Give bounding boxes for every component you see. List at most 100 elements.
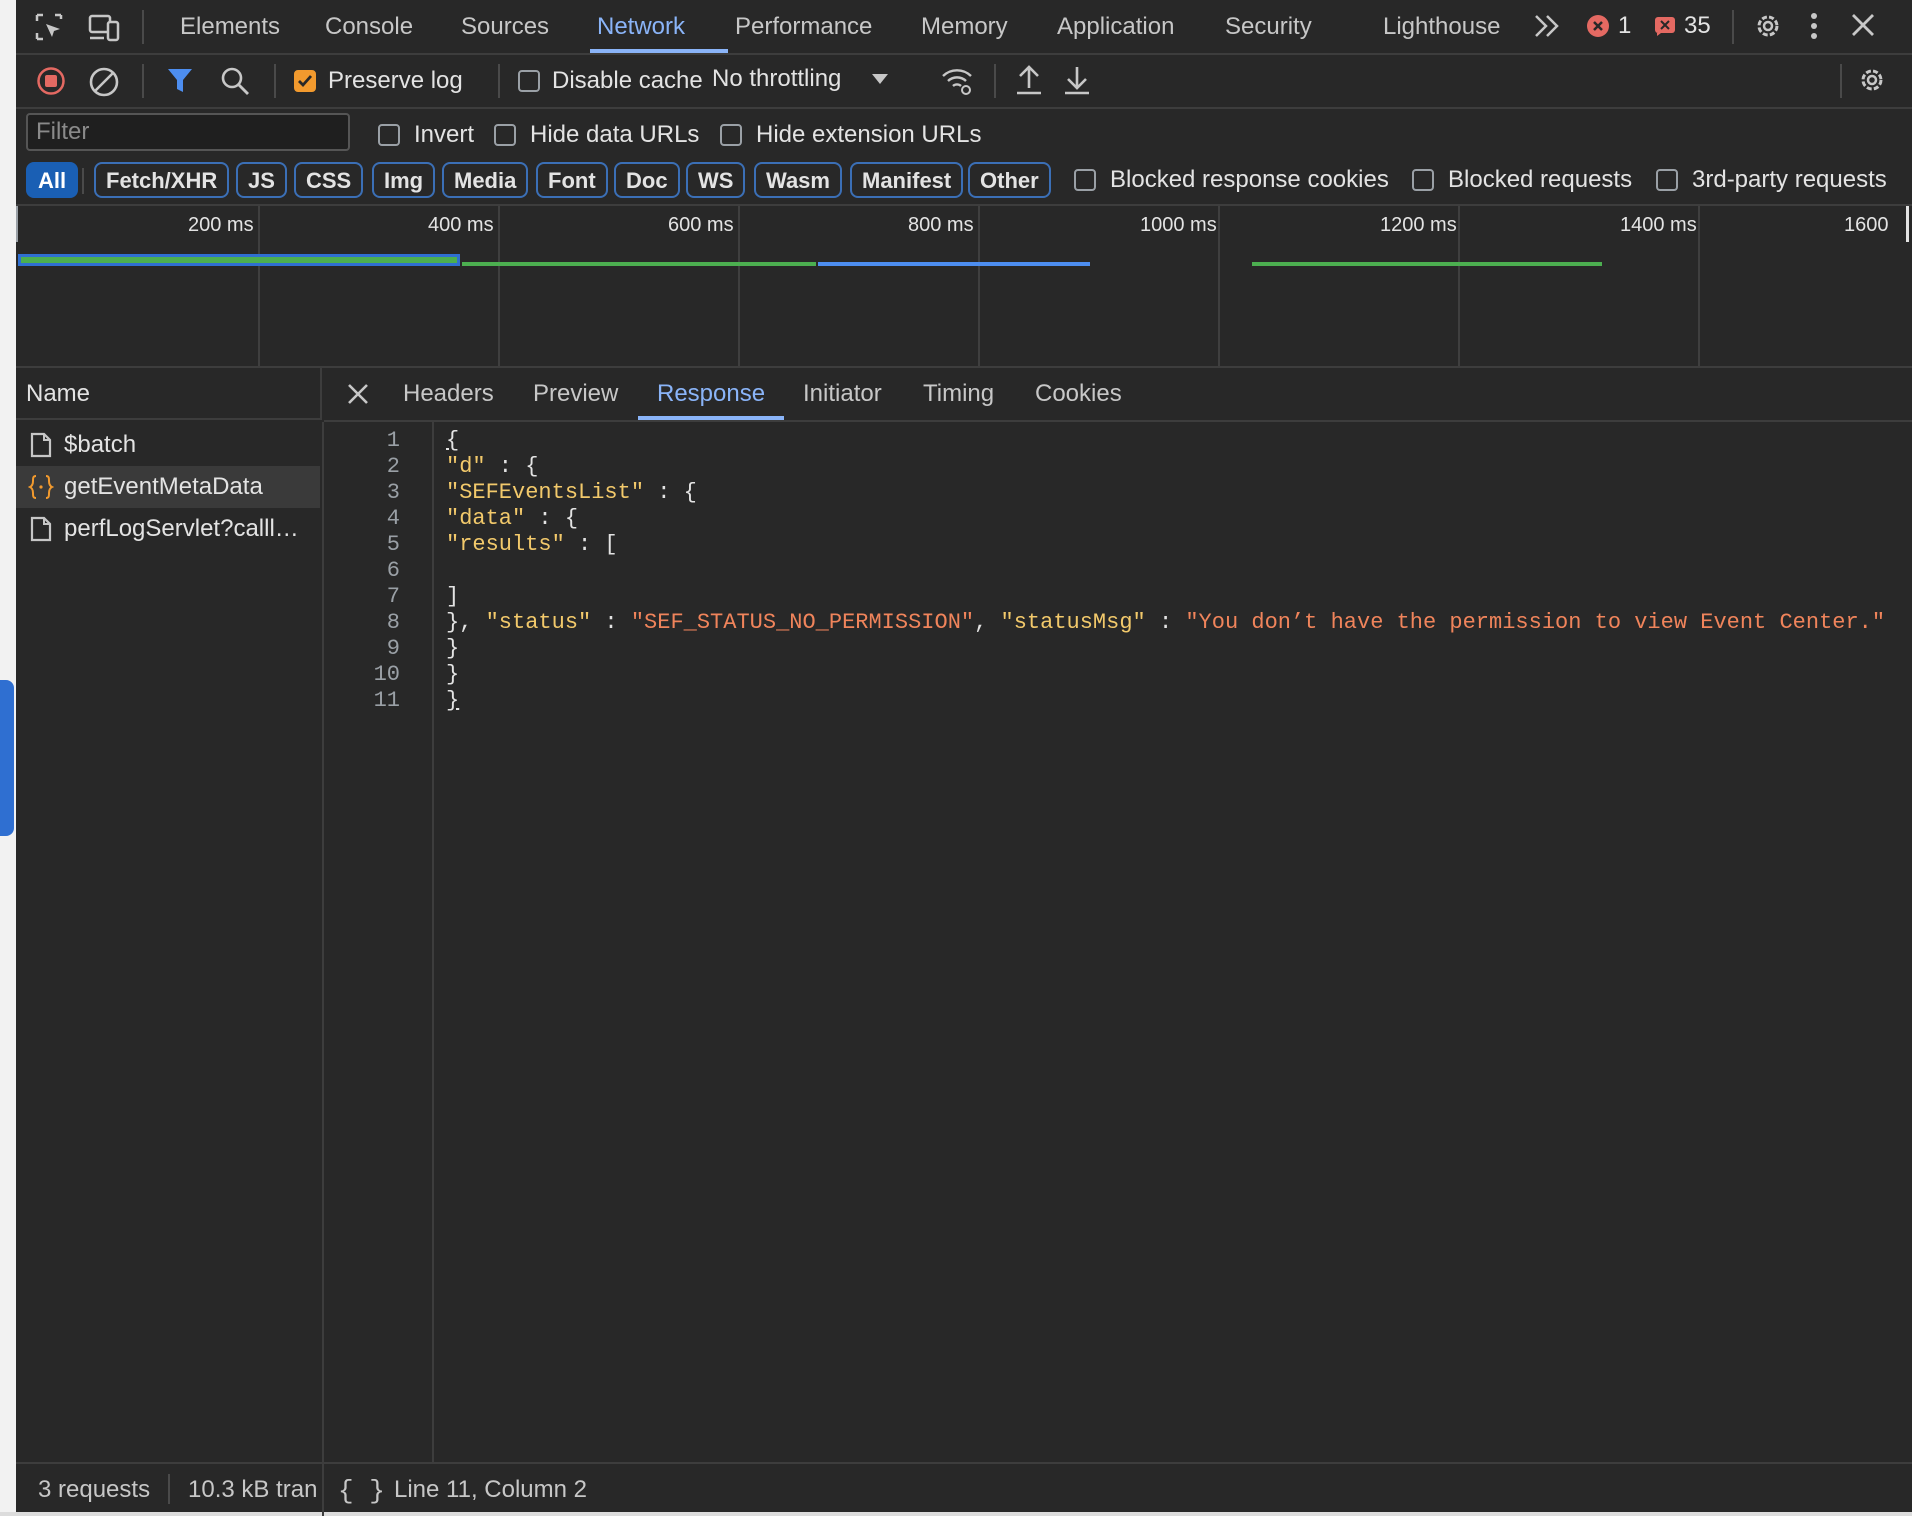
type-chip-all[interactable]: All [26, 162, 79, 198]
disable-cache-toggle[interactable]: Disable cache [518, 67, 703, 95]
type-chip-img[interactable]: Img [372, 162, 436, 198]
type-chip-ws[interactable]: WS [686, 162, 746, 198]
filter-funnel-icon[interactable] [166, 66, 194, 96]
error-counter[interactable]: 1 [1586, 12, 1631, 40]
request-row-geteventmetadata[interactable]: getEventMetaData [16, 466, 320, 508]
blocked-response-cookies-toggle[interactable]: Blocked response cookies [1074, 166, 1389, 194]
overview-left-handle[interactable] [16, 206, 18, 242]
timeline-tick-label: 200 ms [188, 214, 254, 236]
inspect-element-icon[interactable] [34, 12, 64, 42]
import-har-upload-icon[interactable] [1014, 64, 1044, 96]
tab-sources[interactable]: Sources [461, 0, 549, 53]
hide-extension-urls-toggle[interactable]: Hide extension URLs [720, 121, 981, 149]
blocked-requests-checkbox[interactable] [1412, 169, 1434, 191]
json-string: "SEF_STATUS_NO_PERMISSION" [630, 610, 975, 635]
hide-extension-urls-checkbox[interactable] [720, 124, 742, 146]
type-chip-wasm[interactable]: Wasm [754, 162, 842, 198]
divider [1732, 10, 1734, 44]
tab-lighthouse[interactable]: Lighthouse [1383, 0, 1500, 53]
detail-tab-response[interactable]: Response [657, 368, 765, 420]
hide-data-urls-checkbox[interactable] [494, 124, 516, 146]
disable-cache-checkbox[interactable] [518, 70, 540, 92]
type-chip-fetch-xhr[interactable]: Fetch/XHR [94, 162, 230, 198]
hide-data-urls-toggle[interactable]: Hide data URLs [494, 121, 699, 149]
resource-type-filters: All Fetch/XHR JS CSS Img Media Font Doc … [16, 160, 1912, 206]
more-options-kebab-icon[interactable] [1808, 10, 1820, 42]
json-key: "status" [485, 610, 592, 635]
type-chip-doc[interactable]: Doc [614, 162, 680, 198]
error-count: 1 [1618, 12, 1632, 39]
timeline-tick-label: 600 ms [668, 214, 734, 236]
timeline-overview[interactable]: 200 ms 400 ms 600 ms 800 ms 1000 ms 1200… [16, 206, 1912, 368]
tab-security[interactable]: Security [1225, 0, 1312, 53]
document-icon [28, 516, 54, 542]
code-line: "SEFEventsList" : { [446, 480, 697, 505]
timeline-tick-label: 400 ms [428, 214, 494, 236]
throttling-select[interactable]: No throttling [712, 65, 889, 93]
line-number: 11 [373, 688, 400, 713]
request-bar-waterfall-blue [818, 262, 1090, 266]
clear-log-icon[interactable] [88, 66, 120, 98]
issues-counter[interactable]: 35 [1654, 12, 1711, 40]
type-chip-js[interactable]: JS [236, 162, 287, 198]
more-tabs-chevron-icon[interactable] [1532, 12, 1562, 40]
timeline-tick-label: 1400 ms [1620, 214, 1697, 236]
detail-tab-cookies[interactable]: Cookies [1035, 368, 1122, 420]
divider [142, 64, 144, 98]
response-code-editor[interactable]: { "d" : { "SEFEventsList" : { "data" : {… [434, 422, 1912, 1462]
request-row-perflogservlet[interactable]: perfLogServlet?calll… [16, 508, 320, 550]
preserve-log-checkbox[interactable] [294, 70, 316, 92]
close-devtools-icon[interactable] [1850, 12, 1876, 38]
code-line: { [446, 428, 460, 453]
tab-elements[interactable]: Elements [180, 0, 280, 53]
search-icon[interactable] [220, 66, 250, 96]
overview-right-handle[interactable] [1906, 206, 1909, 242]
filter-input[interactable] [26, 113, 350, 151]
request-detail-tabs: Headers Preview Response Initiator Timin… [324, 368, 1912, 422]
invert-checkbox[interactable] [378, 124, 400, 146]
detail-tab-headers[interactable]: Headers [403, 368, 494, 420]
third-party-requests-toggle[interactable]: 3rd-party requests [1656, 166, 1887, 194]
preserve-log-label: Preserve log [328, 67, 463, 94]
code-line: } [446, 636, 460, 661]
detail-tab-preview[interactable]: Preview [533, 368, 618, 420]
disable-cache-label: Disable cache [552, 67, 703, 94]
third-party-requests-checkbox[interactable] [1656, 169, 1678, 191]
close-detail-icon[interactable] [346, 382, 370, 406]
type-chip-other[interactable]: Other [968, 162, 1051, 198]
name-column-header[interactable]: Name [16, 368, 322, 420]
third-party-requests-label: 3rd-party requests [1692, 166, 1887, 193]
tab-console[interactable]: Console [325, 0, 413, 53]
type-chip-manifest[interactable]: Manifest [850, 162, 964, 198]
tab-performance[interactable]: Performance [735, 0, 872, 53]
network-conditions-wifi-icon[interactable] [940, 65, 974, 97]
network-settings-gear-icon[interactable] [1856, 64, 1888, 96]
json-key: "results" [446, 532, 565, 557]
hide-extension-urls-label: Hide extension URLs [756, 121, 982, 148]
detail-tab-initiator[interactable]: Initiator [803, 368, 882, 420]
type-chip-css[interactable]: CSS [294, 162, 364, 198]
request-row-batch[interactable]: $batch [16, 424, 320, 466]
json-key: "SEFEventsList" [446, 480, 645, 505]
invert-toggle[interactable]: Invert [378, 121, 474, 149]
device-toolbar-icon[interactable] [88, 12, 120, 42]
tab-network[interactable]: Network [597, 0, 685, 53]
tab-memory[interactable]: Memory [921, 0, 1008, 53]
divider [994, 64, 996, 98]
line-number: 3 [386, 480, 400, 505]
pretty-print-braces-icon[interactable]: { } [338, 1476, 385, 1506]
blocked-response-cookies-checkbox[interactable] [1074, 169, 1096, 191]
gridline [1458, 206, 1460, 366]
export-har-download-icon[interactable] [1062, 64, 1092, 96]
type-chip-media[interactable]: Media [442, 162, 529, 198]
request-bar-batch [18, 254, 460, 266]
type-chip-font[interactable]: Font [536, 162, 608, 198]
request-bar-perflog [1252, 262, 1602, 266]
settings-gear-icon[interactable] [1752, 10, 1784, 42]
line-number-gutter: 1 2 3 4 5 6 7 8 9 10 11 [324, 422, 434, 1462]
stop-recording-icon[interactable] [36, 66, 66, 96]
preserve-log-toggle[interactable]: Preserve log [294, 67, 463, 95]
blocked-requests-toggle[interactable]: Blocked requests [1412, 166, 1632, 194]
tab-application[interactable]: Application [1057, 0, 1174, 53]
detail-tab-timing[interactable]: Timing [923, 368, 994, 420]
